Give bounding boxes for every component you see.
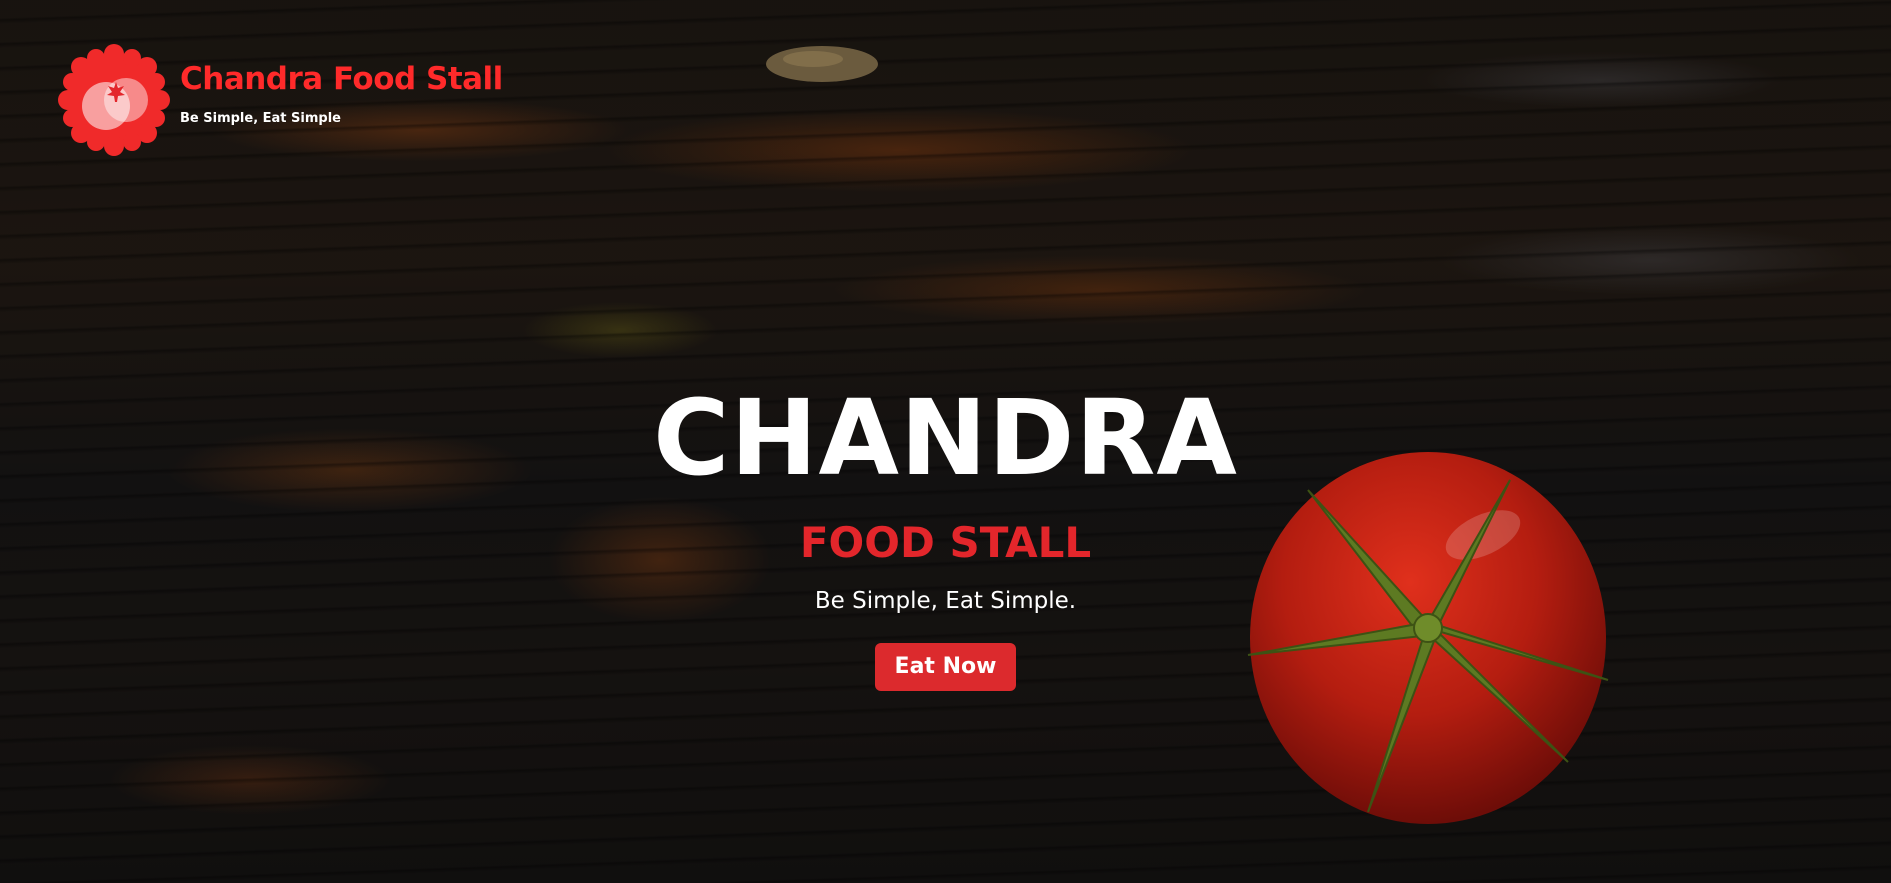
- tomato-icon: [1247, 452, 1609, 824]
- eat-now-button[interactable]: Eat Now: [874, 643, 1017, 691]
- pebble-decoration: [766, 46, 878, 82]
- hero-section: Chandra Food Stall Be Simple, Eat Simple…: [0, 0, 1891, 883]
- brand-logo[interactable]: Chandra Food Stall Be Simple, Eat Simple: [58, 44, 503, 156]
- brand-tagline: Be Simple, Eat Simple: [180, 111, 341, 126]
- brand-name: Chandra Food Stall: [180, 61, 503, 97]
- flower-badge-icon: [58, 44, 170, 156]
